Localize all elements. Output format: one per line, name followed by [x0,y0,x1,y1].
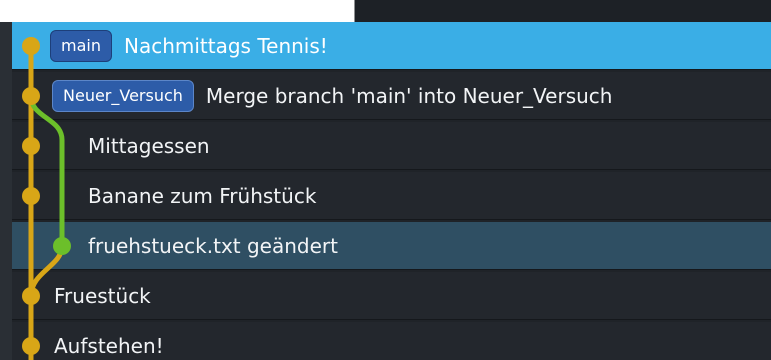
commit-message: Merge branch 'main' into Neuer_Versuch [205,83,613,108]
commit-row[interactable]: Banane zum Frühstück [12,172,771,220]
branch-badge[interactable]: main [50,29,112,62]
commit-message: Aufstehen! [54,333,164,358]
commit-message: Mittagessen [88,133,210,158]
commit-message: Fruestück [54,283,151,308]
commit-message: Banane zum Frühstück [88,183,317,208]
branch-badge[interactable]: Neuer_Versuch [52,79,194,112]
commit-graph-view: main Nachmittags Tennis! Neuer_Versuch M… [0,0,771,360]
commit-message: fruehstueck.txt geändert [88,233,338,258]
left-gutter [0,22,12,360]
commit-row[interactable]: main Nachmittags Tennis! [12,22,771,70]
commit-row[interactable]: Aufstehen! [12,322,771,360]
commit-row[interactable]: fruehstueck.txt geändert [12,222,771,270]
commit-row[interactable]: Fruestück [12,272,771,320]
top-edge [0,0,771,22]
commit-row[interactable]: Neuer_Versuch Merge branch 'main' into N… [12,72,771,120]
commit-row[interactable]: Mittagessen [12,122,771,170]
commit-message: Nachmittags Tennis! [123,33,328,58]
